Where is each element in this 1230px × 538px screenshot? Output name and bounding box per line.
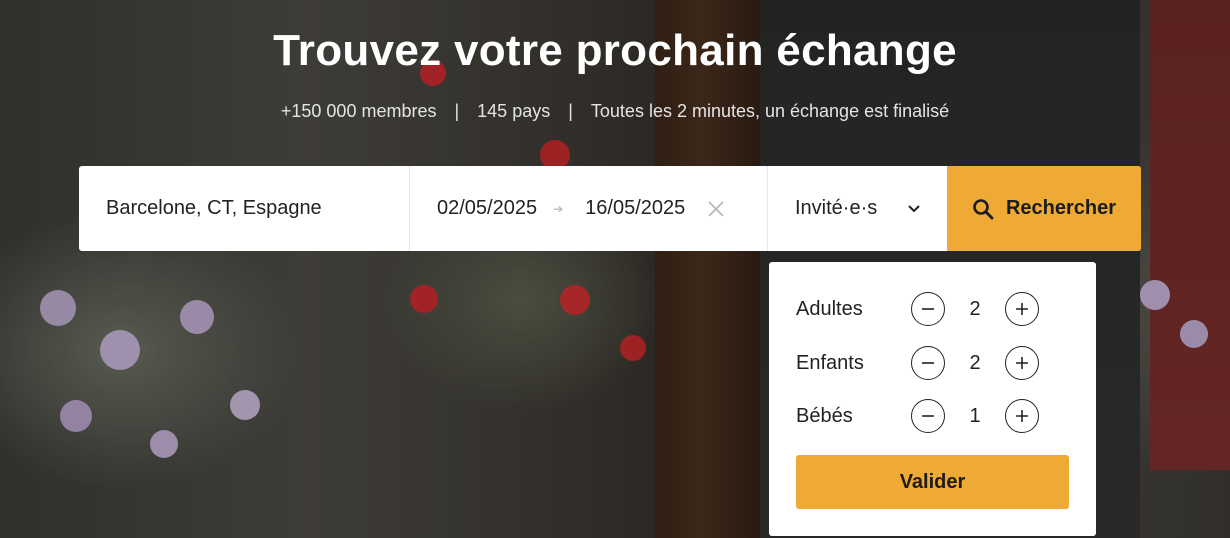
stat-exchanges: Toutes les 2 minutes, un échange est fin…	[590, 101, 950, 121]
search-button-label: Rechercher	[1005, 197, 1117, 219]
stat-members: +150 000 membres	[280, 101, 437, 121]
plus-icon	[1016, 357, 1028, 369]
guest-row-label: Enfants	[796, 351, 864, 374]
validate-button[interactable]: Valider	[796, 455, 1069, 509]
guest-row-label: Adultes	[796, 297, 863, 320]
chevron-down-icon	[907, 197, 921, 220]
search-bar: Barcelone, CT, Espagne 02/05/2025 ➔ 16/0…	[79, 166, 1141, 251]
destination-value: Barcelone, CT, Espagne	[106, 197, 322, 219]
search-button[interactable]: Rechercher	[947, 166, 1141, 251]
page-title: Trouvez votre prochain échange	[273, 26, 957, 75]
increment-babies-button[interactable]	[1005, 399, 1039, 433]
date-range-field[interactable]: 02/05/2025 ➔ 16/05/2025	[410, 166, 768, 251]
guests-label: Invité·e·s	[795, 197, 878, 219]
minus-icon	[922, 308, 934, 310]
increment-children-button[interactable]	[1005, 346, 1039, 380]
guests-dropdown[interactable]: Invité·e·s	[768, 166, 947, 251]
guest-count: 2	[969, 351, 981, 374]
guest-row-children: Enfants 2	[796, 345, 1066, 381]
stat-separator: |	[568, 101, 573, 121]
destination-field[interactable]: Barcelone, CT, Espagne	[79, 166, 410, 251]
decrement-adults-button[interactable]	[911, 292, 945, 326]
minus-icon	[922, 415, 934, 417]
clear-dates-icon[interactable]	[707, 196, 725, 222]
decrement-babies-button[interactable]	[911, 399, 945, 433]
date-end[interactable]: 16/05/2025	[585, 197, 685, 220]
guest-row-babies: Bébés 1	[796, 398, 1066, 434]
guest-count: 2	[969, 297, 981, 320]
decrement-children-button[interactable]	[911, 346, 945, 380]
stat-separator: |	[454, 101, 460, 121]
stat-countries: 145 pays	[477, 101, 551, 121]
arrow-right-icon: ➔	[553, 201, 564, 216]
increment-adults-button[interactable]	[1005, 292, 1039, 326]
guest-row-label: Bébés	[796, 404, 853, 427]
validate-button-label: Valider	[899, 470, 966, 493]
hero-stats: +150 000 membres | 145 pays | Toutes les 2 m…	[0, 101, 1230, 122]
date-start[interactable]: 02/05/2025	[437, 197, 537, 220]
search-icon	[973, 198, 994, 219]
plus-icon	[1016, 303, 1028, 315]
guests-popup: Adultes 2 Enfants 2 Bébés 1 Valider	[769, 262, 1096, 536]
minus-icon	[922, 362, 934, 364]
guest-count: 1	[969, 404, 981, 427]
guest-row-adults: Adultes 2	[796, 291, 1066, 327]
plus-icon	[1016, 410, 1028, 422]
